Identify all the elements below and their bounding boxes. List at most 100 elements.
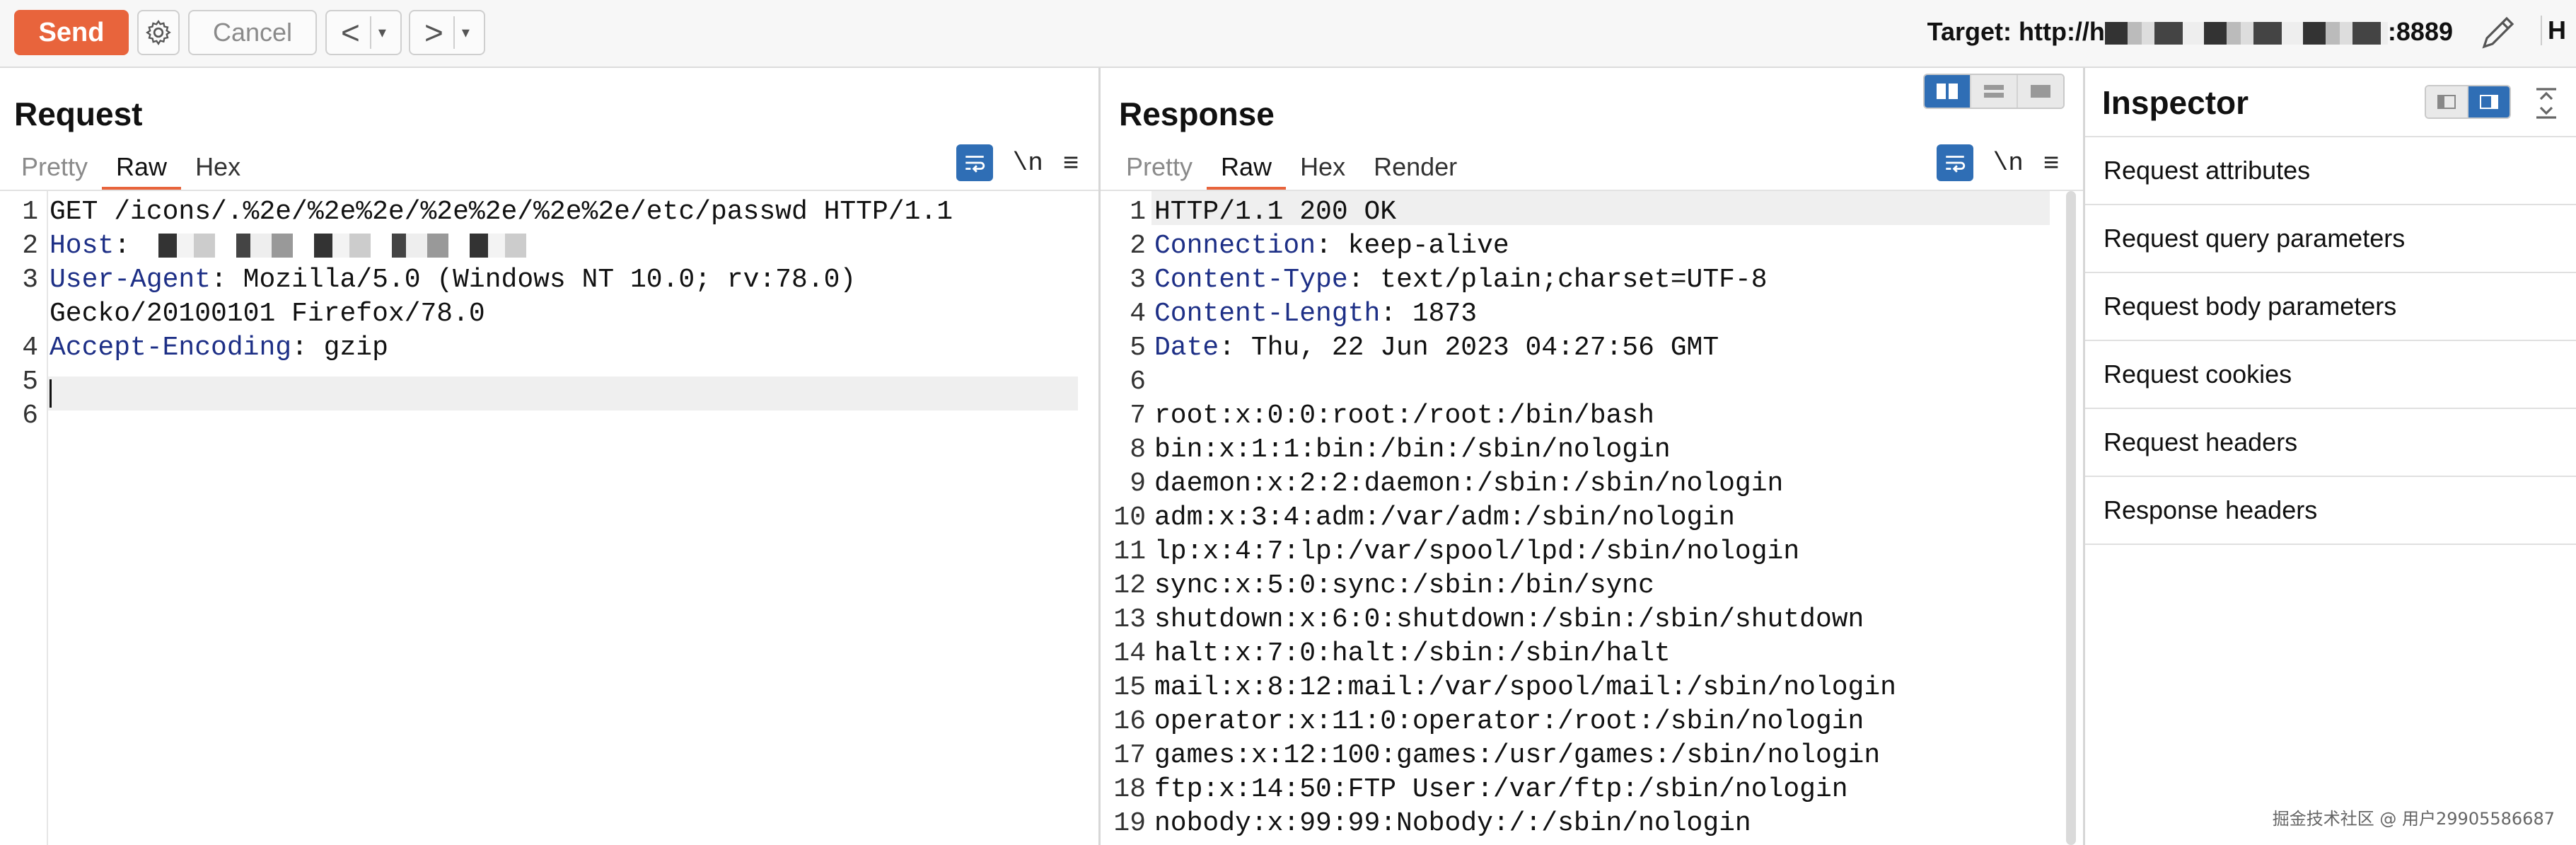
line-text: games:x:12:100:games:/usr/games:/sbin/no… <box>1154 740 1881 771</box>
layout-tabs-button[interactable] <box>2018 75 2063 108</box>
show-newlines-icon[interactable]: \n <box>1013 149 1043 178</box>
tab-hex[interactable]: Hex <box>1286 147 1359 187</box>
wrap-lines-icon[interactable] <box>956 144 993 181</box>
line-text: adm:x:3:4:adm:/var/adm:/sbin/nologin <box>1154 502 1735 533</box>
watermark: 掘金技术社区 @ 用户2990558668​7 <box>2272 809 2555 829</box>
header-value: : Mozilla/5.0 (Windows NT 10.0; rv:78.0) <box>211 265 857 295</box>
pencil-icon <box>2482 16 2514 49</box>
request-editor[interactable]: 1 GET /icons/.%2e/%2e%2e/%2e%2e/%2e%2e/e… <box>0 191 1098 845</box>
layout-side-by-side-button[interactable] <box>1925 75 1971 108</box>
inspector-response-headers[interactable]: Response headers <box>2085 476 2576 545</box>
response-tabs: Pretty Raw Hex Render <box>1112 147 1471 190</box>
line-number: 16 <box>1113 706 1146 737</box>
inspector-left-button[interactable] <box>2426 86 2468 117</box>
send-button[interactable]: Send <box>14 10 129 55</box>
inspector-request-body-parameters[interactable]: Request body parameters <box>2085 272 2576 340</box>
code-line: Connection: keep-alive <box>1154 229 1509 263</box>
wrap-glyph-icon <box>965 156 985 173</box>
code-line-wrapped: Gecko/20100101 Firefox/78.0 <box>50 297 485 331</box>
line-number: 5 <box>22 367 38 397</box>
header-key: Accept-Encoding <box>50 333 292 363</box>
show-newlines-icon[interactable]: \n <box>1993 149 2024 178</box>
line-number: 2 <box>1130 231 1146 261</box>
line-number: 3 <box>1130 265 1146 295</box>
code-line: adm:x:3:4:adm:/var/adm:/sbin/nologin <box>1154 501 1735 535</box>
menu-icon[interactable]: ≡ <box>2043 148 2059 178</box>
wrap-lines-icon[interactable] <box>1936 144 1973 181</box>
collapse-icon <box>2536 88 2556 119</box>
header-value: : <box>114 231 131 261</box>
tab-pretty[interactable]: Pretty <box>7 147 102 187</box>
code-line: GET /icons/.%2e/%2e%2e/%2e%2e/%2e%2e/etc… <box>50 195 953 229</box>
line-number: 4 <box>22 333 38 363</box>
truncated-label: H <box>2541 16 2576 45</box>
inspector-panel: Inspector Request attributes Request que… <box>2085 68 2576 845</box>
code-line: sync:x:5:0:sync:/sbin:/bin/sync <box>1154 569 1654 603</box>
line-number: 7 <box>1130 401 1146 431</box>
line-number: 1 <box>22 197 38 227</box>
inspector-right-button[interactable] <box>2468 86 2510 117</box>
header-value: : 1873 <box>1380 299 1478 329</box>
redacted-host-mask <box>137 233 548 258</box>
forward-button[interactable]: > ▾ <box>409 10 485 55</box>
header-value: : text/plain;charset=UTF-8 <box>1347 265 1768 295</box>
rows-icon <box>1984 85 2004 98</box>
line-text: mail:x:8:12:mail:/var/spool/mail:/sbin/n… <box>1154 672 1896 703</box>
edit-target-button[interactable] <box>2477 10 2519 55</box>
response-editor[interactable]: 1 HTTP/1.1 200 OK 2 Connection: keep-alive 3… <box>1101 191 2083 845</box>
line-number: 14 <box>1113 638 1146 669</box>
tab-render[interactable]: Render <box>1359 147 1471 187</box>
request-panel: Request Pretty Raw Hex \n ≡ 1 GET /icons… <box>0 68 1101 845</box>
line-text: sync:x:5:0:sync:/sbin:/bin/sync <box>1154 570 1654 601</box>
inspector-section-list: Request attributes Request query paramet… <box>2085 136 2576 545</box>
code-line: Date: Thu, 22 Jun 2023 04:27:56 GMT <box>1154 331 1719 365</box>
line-number: 2 <box>22 231 38 261</box>
back-arrow-icon: < <box>341 16 371 49</box>
tab-hex[interactable]: Hex <box>181 147 255 187</box>
back-dropdown-icon[interactable]: ▾ <box>378 23 386 42</box>
code-line: Content-Type: text/plain;charset=UTF-8 <box>1154 263 1768 297</box>
collapse-inspector-button[interactable] <box>2531 84 2562 123</box>
menu-icon[interactable]: ≡ <box>1063 148 1079 178</box>
single-pane-icon <box>2031 85 2050 98</box>
code-line: root:x:0:0:root:/root:/bin/bash <box>1154 399 1654 433</box>
code-line: games:x:12:100:games:/usr/games:/sbin/no… <box>1154 739 1880 773</box>
line-text: root:x:0:0:root:/root:/bin/bash <box>1154 401 1654 431</box>
text-cursor <box>50 379 52 408</box>
line-text: nobody:x:99:99:Nobody:/:/sbin/nologin <box>1154 808 1751 839</box>
forward-dropdown-icon[interactable]: ▾ <box>462 23 470 42</box>
line-text: ftp:x:14:50:FTP User:/var/ftp:/sbin/nolo… <box>1154 774 1848 805</box>
inspector-request-headers[interactable]: Request headers <box>2085 408 2576 476</box>
inspector-request-attributes[interactable]: Request attributes <box>2085 136 2576 204</box>
back-button[interactable]: < ▾ <box>325 10 402 55</box>
line-text: operator:x:11:0:operator:/root:/sbin/nol… <box>1154 706 1864 737</box>
settings-button[interactable] <box>137 10 180 55</box>
line-number: 4 <box>1130 299 1146 329</box>
layout-toggle <box>1923 74 2065 109</box>
header-value: : keep-alive <box>1316 231 1509 261</box>
tab-raw[interactable]: Raw <box>102 147 182 190</box>
current-line-highlight <box>48 376 1078 410</box>
inspector-request-query-parameters[interactable]: Request query parameters <box>2085 204 2576 272</box>
line-number: 1 <box>1130 197 1146 227</box>
header-value: : gzip <box>291 333 388 363</box>
response-scrollbar[interactable] <box>2066 191 2076 845</box>
inspector-request-cookies[interactable]: Request cookies <box>2085 340 2576 408</box>
redacted-host-mask <box>2104 22 2388 45</box>
layout-stacked-button[interactable] <box>1971 75 2018 108</box>
tab-raw[interactable]: Raw <box>1207 147 1287 190</box>
request-title: Request <box>14 96 143 132</box>
tab-pretty[interactable]: Pretty <box>1112 147 1207 187</box>
line-number: 13 <box>1113 604 1146 635</box>
inspector-layout-toggle <box>2425 85 2511 119</box>
code-line: Content-Length: 1873 <box>1154 297 1477 331</box>
code-line: daemon:x:2:2:daemon:/sbin:/sbin/nologin <box>1154 467 1783 501</box>
cancel-button[interactable]: Cancel <box>188 10 317 55</box>
target-prefix: Target: http://h <box>1927 17 2105 46</box>
line-text: Gecko/20100101 Firefox/78.0 <box>50 299 485 329</box>
inspector-title: Inspector <box>2102 84 2249 121</box>
request-tabs: Pretty Raw Hex <box>7 147 255 190</box>
line-number: 9 <box>1130 469 1146 499</box>
toolbar: Send Cancel < ▾ > ▾ Target: http://h:888… <box>0 0 2576 68</box>
line-number: 19 <box>1113 808 1146 839</box>
